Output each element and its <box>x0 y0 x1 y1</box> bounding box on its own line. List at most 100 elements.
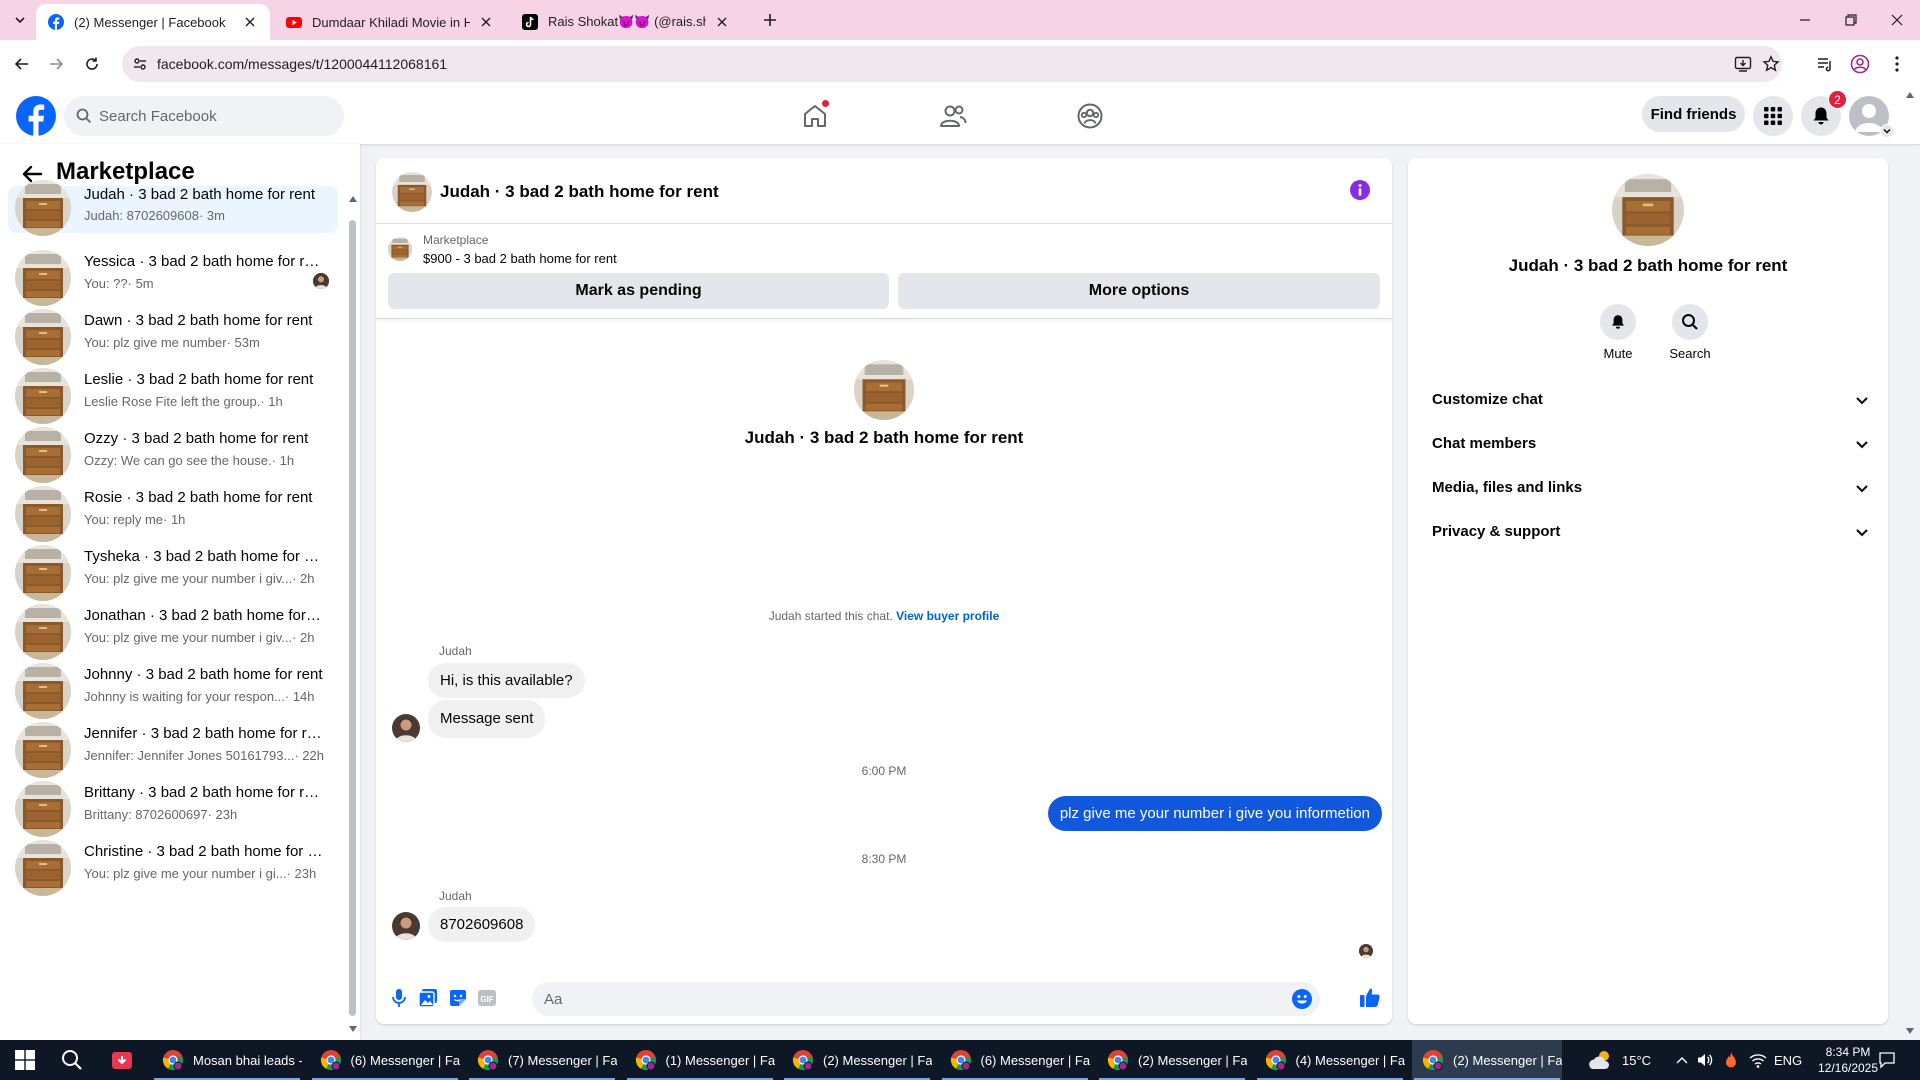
section-chat-members[interactable]: Chat members <box>1416 422 1880 466</box>
conversation-preview: Johnny is waiting for your respon... · 1… <box>84 689 324 704</box>
conversation-item[interactable]: Yessica · 3 bad 2 bath home for rent You:… <box>8 245 338 306</box>
search-icon <box>76 108 92 124</box>
close-tab-icon[interactable] <box>242 14 258 30</box>
pinned-app-icon[interactable] <box>110 1048 134 1072</box>
close-window-icon[interactable] <box>1874 0 1920 40</box>
conversation-item[interactable]: Brittany · 3 bad 2 bath home for rent Bri… <box>8 776 338 837</box>
scroll-down-arrow-icon[interactable] <box>349 1026 357 1032</box>
intro-avatar[interactable] <box>854 360 914 420</box>
install-app-icon[interactable] <box>1734 55 1752 73</box>
mark-as-pending-button[interactable]: Mark as pending <box>388 273 889 309</box>
taskbar-app-button[interactable]: (6) Messenger | Fa... <box>310 1040 460 1080</box>
back-arrow-icon[interactable] <box>8 50 36 78</box>
show-hidden-icons-chevron-icon[interactable] <box>1676 1040 1688 1080</box>
conversation-item[interactable]: Johnny · 3 bad 2 bath home for rent Johnn… <box>8 658 338 719</box>
taskbar-app-button[interactable]: (7) Messenger | Fa... <box>467 1040 617 1080</box>
search-in-chat-button[interactable]: Search <box>1660 304 1720 361</box>
view-buyer-profile-link[interactable]: View buyer profile <box>896 609 999 623</box>
conversation-item[interactable]: Jennifer · 3 bad 2 bath home for rent Jen… <box>8 717 338 778</box>
sender-avatar[interactable] <box>392 714 420 742</box>
address-bar[interactable]: facebook.com/messages/t/1200044112068161 <box>122 46 1782 82</box>
page-scroll-down-arrow-icon[interactable] <box>1906 1028 1914 1034</box>
incoming-message[interactable]: Message sent <box>428 700 546 738</box>
preview-text: Brittany: 8702600697 <box>84 807 208 822</box>
incoming-message[interactable]: 8702609608 <box>428 907 536 942</box>
scroll-up-arrow-icon[interactable] <box>349 196 357 202</box>
emoji-icon[interactable] <box>1292 989 1312 1009</box>
tab-search-chevron-icon[interactable] <box>8 8 32 32</box>
sidebar-scrollbar[interactable] <box>349 220 356 1016</box>
media-controls-icon[interactable] <box>1814 53 1836 75</box>
section-privacy-support[interactable]: Privacy & support <box>1416 510 1880 554</box>
mute-button[interactable]: Mute <box>1588 304 1648 361</box>
friends-icon[interactable] <box>935 98 971 134</box>
chat-title[interactable]: Judah · 3 bad 2 bath home for rent <box>440 182 719 202</box>
close-tab-icon[interactable] <box>478 14 494 30</box>
conversation-item[interactable]: Judah · 3 bad 2 bath home for rent Judah:… <box>8 180 338 236</box>
sender-avatar[interactable] <box>392 912 420 940</box>
conversation-item[interactable]: Tysheka · 3 bad 2 bath home for rent You:… <box>8 540 338 601</box>
conversation-item[interactable]: Dawn · 3 bad 2 bath home for rent You: pl… <box>8 304 338 365</box>
browser-tab-tiktok[interactable]: Rais Shokat😈😈 (@rais.shokat <box>510 4 742 40</box>
notification-center-icon[interactable] <box>1878 1040 1896 1080</box>
outgoing-message[interactable]: plz give me your number i give you infor… <box>1047 796 1382 831</box>
taskbar-app-button[interactable]: Mosan bhai leads -... <box>152 1040 302 1080</box>
weather-icon[interactable] <box>1588 1040 1614 1080</box>
windows-start-icon[interactable] <box>13 1048 37 1072</box>
bookmark-star-icon[interactable] <box>1762 55 1780 73</box>
gif-icon[interactable]: GIF <box>476 987 498 1009</box>
conversation-item[interactable]: Rosie · 3 bad 2 bath home for rent You: r… <box>8 481 338 542</box>
info-icon[interactable] <box>1350 180 1370 200</box>
close-tab-icon[interactable] <box>714 14 730 30</box>
time-separator: 8:30 PM <box>861 852 907 866</box>
groups-icon[interactable] <box>1072 98 1108 134</box>
conversation-item[interactable]: Ozzy · 3 bad 2 bath home for rent Ozzy: W… <box>8 422 338 483</box>
taskbar-app-button[interactable]: (6) Messenger | Fa... <box>940 1040 1090 1080</box>
section-media-files-links[interactable]: Media, files and links <box>1416 466 1880 510</box>
forward-arrow-icon[interactable] <box>42 50 70 78</box>
taskbar-app-button[interactable]: (2) Messenger | Fa... <box>782 1040 932 1080</box>
browser-menu-icon[interactable] <box>1886 53 1908 75</box>
account-chevron-down-icon[interactable] <box>1880 124 1894 138</box>
taskbar-search-icon[interactable] <box>60 1048 84 1072</box>
listing-thumbnail[interactable] <box>388 237 412 261</box>
more-options-button[interactable]: More options <box>898 273 1380 309</box>
taskbar-app-button[interactable]: (2) Messenger | Fa... <box>1097 1040 1247 1080</box>
incoming-message[interactable]: Hi, is this available? <box>428 663 585 698</box>
minimize-window-icon[interactable] <box>1782 0 1828 40</box>
taskbar-app-button[interactable]: (1) Messenger | Fa... <box>625 1040 775 1080</box>
search-input[interactable] <box>99 96 329 136</box>
wifi-icon[interactable] <box>1749 1040 1767 1080</box>
language-indicator[interactable]: ENG <box>1774 1040 1802 1080</box>
find-friends-button[interactable]: Find friends <box>1642 96 1745 132</box>
profile-icon[interactable] <box>1849 53 1871 75</box>
taskbar-app-button[interactable]: (2) Messenger | Fa... <box>1412 1040 1562 1080</box>
site-info-icon[interactable] <box>132 56 148 72</box>
like-thumb-icon[interactable] <box>1358 985 1382 1009</box>
menu-grid-icon[interactable] <box>1753 96 1793 136</box>
restore-window-icon[interactable] <box>1828 0 1874 40</box>
sticker-icon[interactable] <box>447 987 469 1009</box>
message-input[interactable] <box>544 982 1264 1016</box>
listing-title[interactable]: $900 - 3 bad 2 bath home for rent <box>423 251 617 266</box>
facebook-logo-icon[interactable] <box>16 96 56 136</box>
volume-icon[interactable] <box>1696 1040 1714 1080</box>
conversation-item[interactable]: Leslie · 3 bad 2 bath home for rent Lesli… <box>8 363 338 424</box>
new-tab-plus-icon[interactable] <box>758 8 782 32</box>
conversation-item[interactable]: Jonathan · 3 bad 2 bath home for rent You… <box>8 599 338 660</box>
section-customize-chat[interactable]: Customize chat <box>1416 378 1880 422</box>
browser-tab-youtube[interactable]: Dumdaar Khiladi Movie in Hindi <box>274 4 506 40</box>
browser-tab-messenger[interactable]: (2) Messenger | Facebook <box>36 4 270 40</box>
photo-attach-icon[interactable] <box>417 987 439 1009</box>
browser-toolbar: facebook.com/messages/t/1200044112068161 <box>0 40 1920 88</box>
taskbar-app-button[interactable]: (4) Messenger | Fa... <box>1255 1040 1405 1080</box>
battery-saver-flame-icon[interactable] <box>1724 1040 1738 1080</box>
taskbar-clock[interactable]: 8:34 PM 12/16/2025 <box>1816 1044 1880 1076</box>
chat-avatar[interactable] <box>392 172 432 212</box>
home-icon[interactable] <box>797 98 833 134</box>
microphone-icon[interactable] <box>388 987 410 1009</box>
conversation-item[interactable]: Christine · 3 bad 2 bath home for rent Yo… <box>8 835 338 896</box>
page-scroll-up-arrow-icon[interactable] <box>1906 92 1914 98</box>
reload-icon[interactable] <box>78 50 106 78</box>
info-avatar[interactable] <box>1612 174 1684 246</box>
